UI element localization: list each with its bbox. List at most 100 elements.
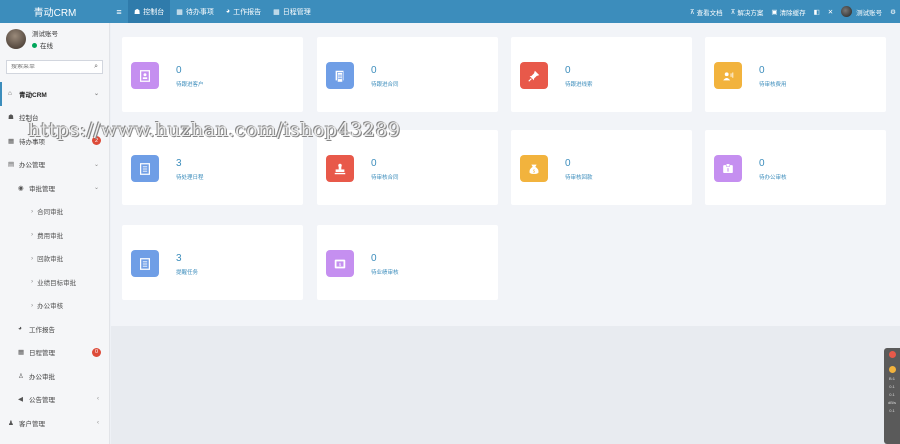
trash-icon: ▣ xyxy=(771,8,778,16)
stat-label: 待审核合同 xyxy=(371,175,399,181)
topbar-link[interactable]: ▣ 清除缓存 xyxy=(767,7,809,17)
stat-card[interactable]: $0 待业绩审核 xyxy=(317,225,498,300)
stat-value: 0 xyxy=(371,253,377,264)
nav-tab[interactable]: ◕ 工作报告 xyxy=(220,0,267,23)
sidebar-item[interactable]: › 合同审批 xyxy=(0,200,109,224)
stat-label: 待跟进客户 xyxy=(176,82,204,88)
sitemap-icon: ⊼ xyxy=(730,8,736,16)
arrow-icon: ‹ xyxy=(97,396,99,403)
avatar xyxy=(6,29,26,49)
pin-icon xyxy=(520,62,548,89)
app-logo[interactable]: 青动CRM xyxy=(0,0,110,23)
arrow-icon: ⌄ xyxy=(93,161,99,168)
sitemap-icon: ⊼ xyxy=(689,8,695,16)
floating-side-widget[interactable]: B:1 0.1 0.1 dB/s 0.1 xyxy=(884,348,900,444)
menu-toggle-icon[interactable]: ≡ xyxy=(110,7,128,17)
topbar-link[interactable]: ⊼ 解决方案 xyxy=(727,7,768,17)
stat-card[interactable]: 3 待处理日程 xyxy=(122,130,303,205)
widget-text: B:1 xyxy=(888,376,895,381)
stat-label: 待跟进线索 xyxy=(565,82,593,88)
stat-card[interactable]: 0 待审核费用 xyxy=(705,37,886,112)
widget-text: dB/s xyxy=(887,400,896,405)
widget-text: 0.1 xyxy=(889,392,895,397)
stat-card[interactable]: 0 待跟进合同 xyxy=(317,37,498,112)
sidebar-item-label: 客户管理 xyxy=(19,420,45,428)
nav-tab[interactable]: ▦ 日程管理 xyxy=(267,0,317,23)
sidebar-item[interactable]: ◕ 工作报告 xyxy=(0,317,109,341)
sidebar-item[interactable]: ▦ 日程管理 0 xyxy=(0,341,109,365)
sidebar-item[interactable]: ▤ 办公管理 ⌄ xyxy=(0,153,109,177)
sidebar-item[interactable]: ☗ 控制台 xyxy=(0,106,109,130)
content-footer-area xyxy=(111,326,900,444)
sidebar-item[interactable]: ◀ 公告管理 ‹ xyxy=(0,388,109,412)
stat-card[interactable]: 0 待审核合同 xyxy=(317,130,498,205)
user-menu[interactable]: 测试账号 xyxy=(837,6,886,17)
sidebar-item[interactable]: ▦ 待办事项 2 xyxy=(0,129,109,153)
nav-tab[interactable]: ▦ 待办事项 xyxy=(170,0,220,23)
money-bag-icon: $ xyxy=(520,155,548,182)
stat-label: 待审核费用 xyxy=(759,82,787,88)
sidebar-item-label: 审批管理 xyxy=(29,185,55,193)
pie-chart-icon: ◕ xyxy=(225,8,231,15)
arrow-icon: ⌄ xyxy=(93,185,99,192)
fullscreen-icon[interactable]: ✕ xyxy=(824,8,837,16)
stat-value: 0 xyxy=(759,158,765,169)
calendar-icon: ▦ xyxy=(273,8,280,16)
top-navbar: 青动CRM ≡ ☗ 控制台 ▦ 待办事项 ◕ 工作报告 ▦ 日程管理 ⊼ 查看文档 ⊼ 解决方案 ▣ 清… xyxy=(0,0,900,23)
user-icon: ♙ xyxy=(18,372,24,380)
users-icon: ♟ xyxy=(8,419,14,427)
sidebar-item[interactable]: ♟ 客户管理 ‹ xyxy=(0,411,109,435)
widget-text: 0.1 xyxy=(889,384,895,389)
stat-card[interactable]: $0 待审核回款 xyxy=(511,130,692,205)
sidebar-item[interactable]: › 费用审批 xyxy=(0,223,109,247)
status-text: 在线 xyxy=(40,43,53,50)
nav-tab[interactable]: ☗ 控制台 xyxy=(128,0,171,23)
sidebar-item[interactable]: ◉ 审批管理 ⌄ xyxy=(0,176,109,200)
sidebar: 测试账号 在线 ⌕ ⌂ 青动CRM ⌄ ☗ 控制台 ▦ 待办事项 2 ▤ 办公管理 ⌄ ◉ 审批管理 ⌄ ›… xyxy=(0,23,110,444)
sidebar-item-label: 待办事项 xyxy=(19,138,45,146)
stat-value: 3 xyxy=(176,158,182,169)
approval-icon xyxy=(714,155,742,182)
nav-tab-label: 待办事项 xyxy=(185,8,214,16)
stat-card[interactable]: 0 待办公审核 xyxy=(705,130,886,205)
schedule-icon xyxy=(131,155,159,182)
arrow-icon: ‹ xyxy=(97,419,99,426)
topbar-link[interactable]: ⊼ 查看文档 xyxy=(686,7,727,17)
sidebar-item-label: 费用审批 xyxy=(37,232,64,240)
stat-label: 提醒任务 xyxy=(176,270,199,276)
sidebar-item[interactable]: ♙ 办公审批 xyxy=(0,364,109,388)
settings-icon[interactable]: ⚙ xyxy=(886,8,900,16)
sidebar-item-label: 工作报告 xyxy=(29,326,55,334)
pie-chart-icon: ◕ xyxy=(18,325,22,333)
stat-value: 0 xyxy=(371,65,377,76)
sidebar-item[interactable]: ⌂ 青动CRM ⌄ xyxy=(0,82,109,106)
sidebar-item-label: 合同审批 xyxy=(37,209,64,217)
stat-card[interactable]: 0 待跟进客户 xyxy=(122,37,303,112)
eye-icon: ◉ xyxy=(18,184,24,192)
grid-icon: ▤ xyxy=(8,161,15,169)
sidebar-item-label: 办公审批 xyxy=(29,373,55,381)
stamp-icon xyxy=(326,155,354,182)
stat-label: 待办公审核 xyxy=(759,175,787,181)
sidebar-item[interactable]: › 业绩目标审批 xyxy=(0,270,109,294)
search-icon[interactable]: ⌕ xyxy=(94,63,98,71)
nav-tab-label: 工作报告 xyxy=(233,8,262,16)
stat-card[interactable]: 3 提醒任务 xyxy=(122,225,303,300)
sidebar-item[interactable]: › 回款审批 xyxy=(0,247,109,271)
user-status: 在线 xyxy=(32,40,58,50)
search-input[interactable] xyxy=(11,64,91,70)
topbar-link-label: 清除缓存 xyxy=(779,9,806,17)
theme-icon[interactable]: ◧ xyxy=(810,8,824,16)
stat-card[interactable]: 0 待跟进线索 xyxy=(511,37,692,112)
topbar-right: ⊼ 查看文档 ⊼ 解决方案 ▣ 清除缓存 ◧ ✕ 测试账号 ⚙ xyxy=(686,0,900,23)
sidebar-item-label: 办公管理 xyxy=(19,162,45,170)
sidebar-item-label: 回款审批 xyxy=(37,256,64,264)
stat-value: 0 xyxy=(565,65,571,76)
document-icon xyxy=(326,62,354,89)
svg-text:$: $ xyxy=(339,262,342,268)
stat-label: 待处理日程 xyxy=(176,175,204,181)
sidebar-item[interactable]: › 办公审核 xyxy=(0,294,109,318)
user-panel: 测试账号 在线 xyxy=(0,23,109,55)
stat-label: 待跟进合同 xyxy=(371,82,399,88)
widget-text: 0.1 xyxy=(889,408,895,413)
